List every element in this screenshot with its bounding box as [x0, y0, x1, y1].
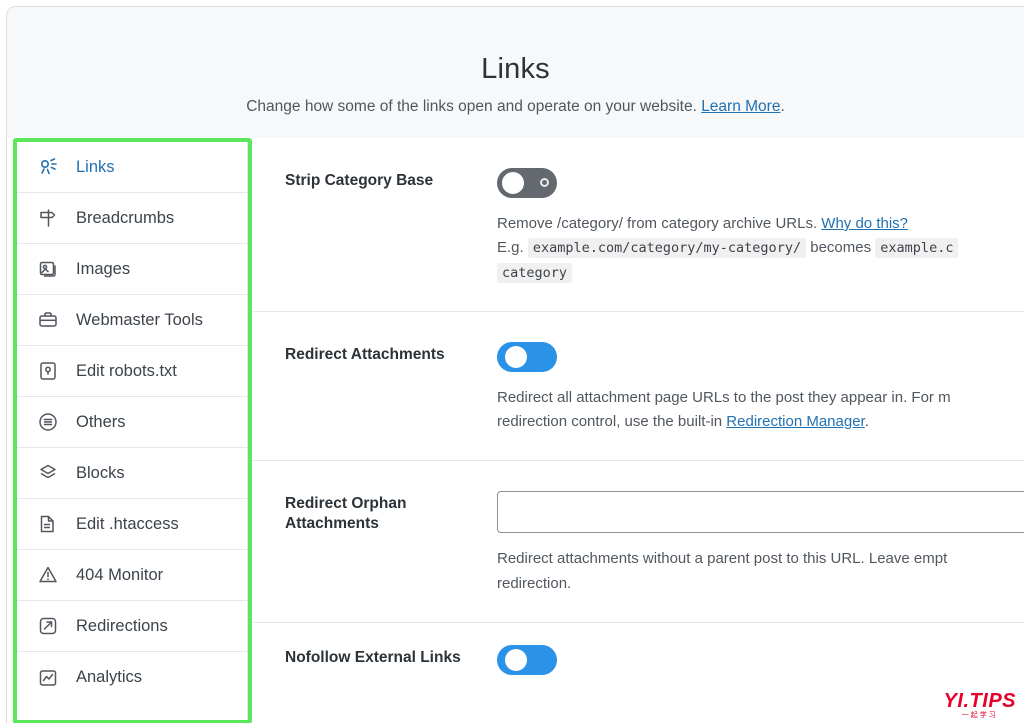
- app-window: Links Change how some of the links open …: [6, 6, 1024, 723]
- sidebar-item-images[interactable]: Images: [17, 244, 247, 295]
- sidebar-item-404-monitor[interactable]: 404 Monitor: [17, 550, 247, 601]
- sidebar-item-label: Edit .htaccess: [76, 514, 179, 533]
- sidebar-item-edit-htaccess[interactable]: Edit .htaccess: [17, 499, 247, 550]
- sidebar-item-webmaster-tools[interactable]: Webmaster Tools: [17, 295, 247, 346]
- setting-redirect-attachments: Redirect Attachments Redirect all attach…: [253, 312, 1024, 462]
- setting-body: Redirect all attachment page URLs to the…: [497, 341, 1024, 435]
- strip-category-base-toggle[interactable]: [497, 168, 557, 198]
- setting-label: Nofollow External Links: [285, 649, 461, 667]
- robots-file-icon: [37, 359, 63, 383]
- blocks-icon: [37, 461, 63, 485]
- toggle-knob: [502, 172, 524, 194]
- watermark: YI.TIPS 一起学习: [944, 691, 1016, 719]
- page-title: Links: [481, 53, 550, 85]
- page-subtitle: Change how some of the links open and op…: [7, 98, 1024, 116]
- analytics-chart-icon: [37, 666, 63, 690]
- example-url-result-part1: example.c: [875, 238, 959, 259]
- help-text-line1: Redirect all attachment page URLs to the…: [497, 388, 951, 406]
- setting-label: Strip Category Base: [285, 172, 434, 189]
- setting-label: Redirect Orphan Attachments: [285, 495, 407, 533]
- sidebar-item-redirections[interactable]: Redirections: [17, 601, 247, 652]
- help-text-line2: redirection.: [497, 574, 572, 592]
- why-do-this-link[interactable]: Why do this?: [821, 215, 908, 232]
- setting-strip-category-base: Strip Category Base Remove /category/ fr…: [253, 138, 1024, 312]
- learn-more-link[interactable]: Learn More: [701, 98, 780, 115]
- example-middle: becomes: [810, 239, 872, 257]
- sidebar-highlight-box: Links Breadcrumbs Images Webmaster Tools…: [13, 138, 252, 723]
- toggle-on-indicator: [515, 350, 518, 363]
- nofollow-external-links-toggle[interactable]: [497, 645, 557, 676]
- document-icon: [37, 512, 63, 536]
- page-header: Links Change how some of the links open …: [7, 7, 1024, 138]
- settings-sidebar: Links Breadcrumbs Images Webmaster Tools…: [17, 142, 248, 720]
- sidebar-item-label: Images: [76, 259, 131, 278]
- help-text-period: .: [864, 413, 869, 431]
- redirection-manager-link[interactable]: Redirection Manager: [726, 413, 864, 430]
- links-icon: [37, 155, 63, 179]
- sidebar-item-label: Analytics: [76, 668, 143, 687]
- toggle-off-indicator: [540, 178, 549, 187]
- sidebar-item-label: Links: [76, 157, 115, 176]
- help-text-line1: Redirect attachments without a parent po…: [497, 550, 948, 568]
- watermark-subtext: 一起学习: [961, 712, 998, 719]
- screenshot-root: Links Change how some of the links open …: [0, 0, 1024, 723]
- example-url-result-part2: category: [497, 262, 573, 283]
- redirect-orphan-attachments-input[interactable]: [497, 491, 1024, 534]
- sidebar-item-label: 404 Monitor: [76, 565, 164, 584]
- setting-body: [497, 645, 1024, 676]
- redirect-attachments-toggle[interactable]: [497, 341, 557, 372]
- list-circle-icon: [37, 410, 63, 434]
- setting-help-text: Redirect attachments without a parent po…: [497, 547, 1024, 596]
- setting-body: Remove /category/ from category archive …: [497, 168, 1024, 285]
- breadcrumbs-icon: [37, 206, 63, 230]
- example-url-original: example.com/category/my-category/: [527, 238, 807, 259]
- sidebar-item-label: Blocks: [76, 463, 125, 482]
- sidebar-item-label: Redirections: [76, 616, 168, 635]
- sidebar-item-blocks[interactable]: Blocks: [17, 448, 247, 499]
- sidebar-item-breadcrumbs[interactable]: Breadcrumbs: [17, 193, 247, 244]
- sidebar-item-links[interactable]: Links: [17, 142, 247, 193]
- warning-triangle-icon: [37, 563, 63, 587]
- help-text-part: Remove /category/ from category archive …: [497, 215, 822, 232]
- page-subtitle-text: Change how some of the links open and op…: [246, 98, 702, 115]
- setting-body: Redirect attachments without a parent po…: [497, 491, 1024, 596]
- setting-label: Redirect Attachments: [285, 345, 445, 363]
- sidebar-item-others[interactable]: Others: [17, 397, 247, 448]
- page-subtitle-period: .: [780, 98, 785, 115]
- sidebar-item-analytics[interactable]: Analytics: [17, 652, 247, 703]
- setting-help-text: Remove /category/ from category archive …: [497, 212, 1014, 285]
- watermark-text: YI.TIPS: [943, 690, 1016, 712]
- settings-content: Strip Category Base Remove /category/ fr…: [253, 138, 1024, 723]
- help-text-line2: redirection control, use the built-in: [497, 413, 727, 431]
- images-icon: [37, 257, 63, 281]
- toggle-on-indicator: [515, 654, 518, 667]
- setting-redirect-orphan-attachments: Redirect Orphan Attachments Redirect att…: [253, 461, 1024, 624]
- example-prefix: E.g.: [497, 239, 524, 257]
- sidebar-item-label: Others: [76, 412, 126, 431]
- redirect-arrow-icon: [37, 614, 63, 638]
- sidebar-item-label: Webmaster Tools: [76, 310, 203, 329]
- setting-nofollow-external-links: Nofollow External Links: [253, 623, 1024, 676]
- sidebar-item-edit-robots[interactable]: Edit robots.txt: [17, 346, 247, 397]
- sidebar-item-label: Edit robots.txt: [76, 361, 177, 380]
- setting-help-text: Redirect all attachment page URLs to the…: [497, 386, 1014, 435]
- toolbox-icon: [37, 308, 63, 332]
- sidebar-item-label: Breadcrumbs: [76, 208, 175, 227]
